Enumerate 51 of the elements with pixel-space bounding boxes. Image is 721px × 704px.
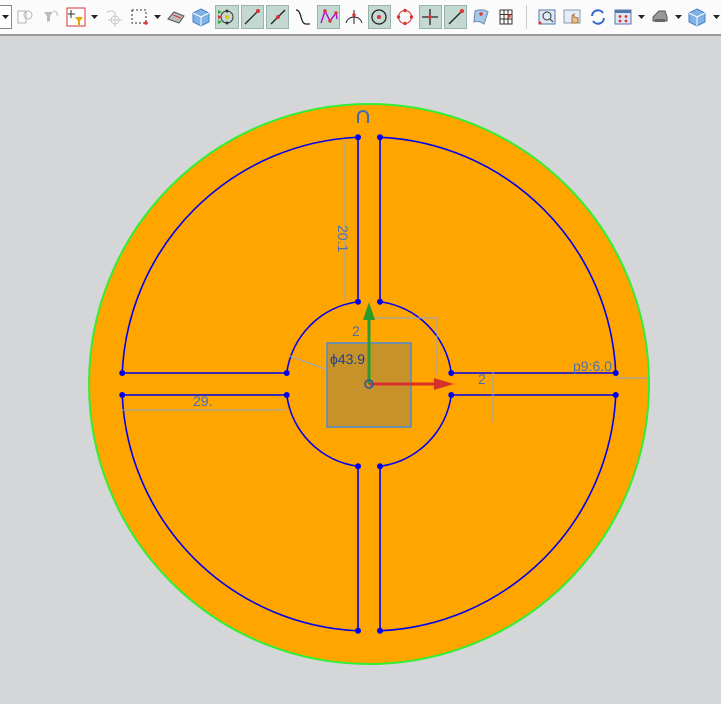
sketch-point <box>119 370 126 376</box>
caret-icon <box>712 15 720 19</box>
dropdown-field[interactable] <box>0 5 12 29</box>
sketch-point <box>612 392 619 398</box>
dimension-label: 2 <box>478 371 486 387</box>
marquee-icon <box>128 7 149 27</box>
nodes-tool-button[interactable] <box>215 5 239 29</box>
dimension-label: 29. <box>193 393 212 409</box>
cross-icon <box>420 7 440 27</box>
midpoint-tool-button[interactable] <box>266 5 290 29</box>
sketch-point <box>377 463 383 470</box>
caret-icon <box>675 15 682 19</box>
sketch-point <box>284 370 290 376</box>
dimension-label: 20.1 <box>335 225 351 252</box>
filter-icon <box>66 7 86 27</box>
caret-icon <box>154 15 161 19</box>
sketch-point <box>377 628 383 634</box>
sketch-point <box>119 392 126 398</box>
dimension-label: ϕ43.9 <box>330 351 366 367</box>
cross-tool-button[interactable] <box>418 5 442 29</box>
caret-icon <box>91 15 98 19</box>
ring-icon <box>394 7 415 27</box>
sketch-point <box>355 298 361 305</box>
center-icon <box>369 7 390 27</box>
sketch-point <box>355 463 361 470</box>
surface-icon <box>471 7 492 27</box>
caret-icon <box>638 15 646 19</box>
sketch-point <box>448 392 454 398</box>
sketch-point <box>448 370 454 376</box>
panel-icon <box>613 7 634 27</box>
line-tool-button[interactable] <box>240 5 264 29</box>
caret-icon <box>2 15 9 19</box>
sketch-point <box>377 298 383 305</box>
fit-icon <box>536 7 557 27</box>
cube-icon <box>191 7 212 27</box>
filter-tool-button[interactable] <box>64 5 88 29</box>
sketch-point <box>355 628 361 634</box>
cube-icon <box>687 7 708 27</box>
sketch-point <box>377 134 383 140</box>
arc-constraint-icon <box>357 110 369 123</box>
sketch-point <box>355 134 361 140</box>
dimension-label: p9:6.0 <box>573 358 612 374</box>
center-tool-button[interactable] <box>368 5 392 29</box>
sketch-point <box>284 392 290 398</box>
line-icon <box>242 7 262 27</box>
arcpoint-icon <box>344 7 364 27</box>
spline-tool-button[interactable] <box>316 5 340 29</box>
origin-icon <box>364 379 374 389</box>
sketch-point <box>612 370 619 376</box>
dimension-label: 2 <box>352 323 360 339</box>
line-tool-button[interactable] <box>444 5 468 29</box>
